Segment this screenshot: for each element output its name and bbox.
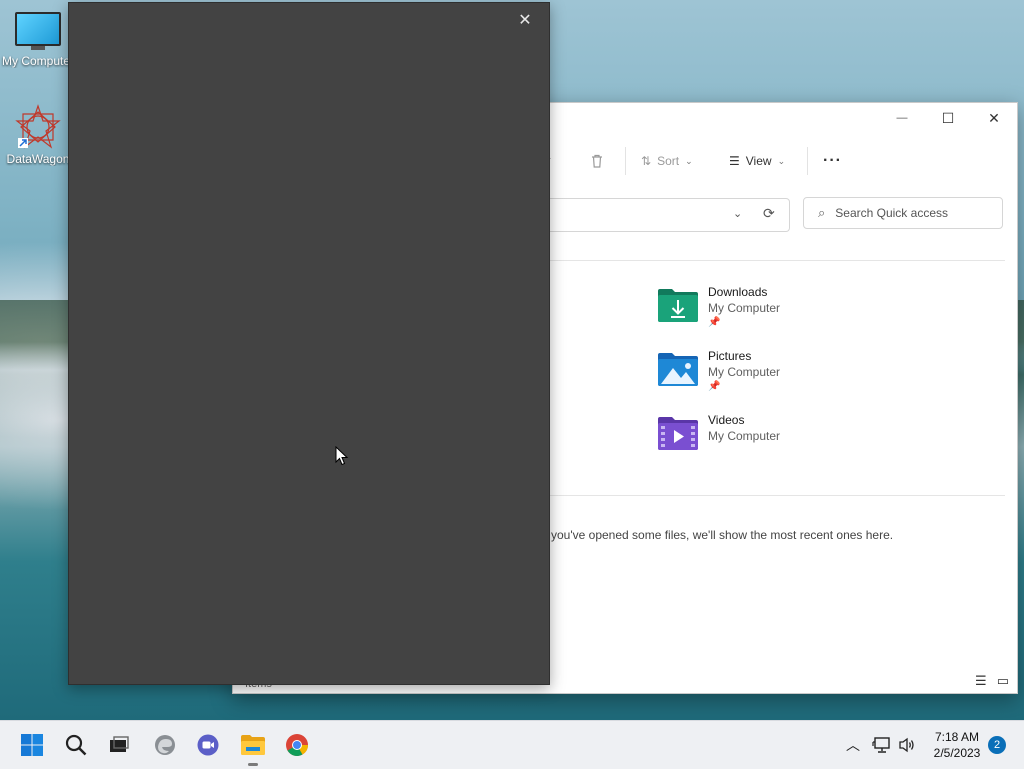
minimize-icon: —	[896, 112, 908, 124]
dark-dialog-window[interactable]: ✕	[68, 2, 550, 685]
videos-folder-icon	[658, 417, 698, 450]
minimize-button[interactable]: —	[879, 103, 925, 133]
sort-button[interactable]: ⇅ Sort ⌄	[641, 151, 693, 171]
edge-icon	[155, 735, 175, 755]
trash-icon	[592, 154, 602, 168]
view-mode-toggles: ☰ ▭	[975, 673, 1009, 689]
start-button[interactable]	[16, 729, 48, 761]
delete-button[interactable]	[589, 151, 605, 171]
datawagon-logo-icon	[15, 104, 61, 150]
edge-button[interactable]	[149, 729, 181, 761]
view-label: View	[745, 154, 772, 168]
chevron-down-icon: ⌄	[777, 155, 786, 166]
view-button[interactable]: ☰ View ⌄	[729, 151, 785, 171]
maximize-icon: ☐	[941, 109, 955, 126]
details-view-icon[interactable]: ☰	[975, 673, 987, 689]
desktop-icon-datawagon[interactable]: DataWagon	[0, 104, 76, 166]
pictures-folder-icon	[658, 353, 698, 386]
volume-button[interactable]	[898, 721, 916, 769]
teams-chat-button[interactable]	[192, 729, 224, 761]
sort-icon: ⇅	[641, 154, 652, 168]
quick-access-name: Downloads	[708, 285, 768, 299]
more-options-button[interactable]: ···	[823, 151, 842, 171]
quick-access-name: Videos	[708, 413, 745, 427]
dialog-close-button[interactable]: ✕	[515, 10, 535, 30]
chrome-button[interactable]	[281, 729, 313, 761]
close-icon: ✕	[518, 12, 532, 29]
toolbar-separator	[625, 147, 626, 175]
sort-label: Sort	[657, 154, 680, 168]
toolbar-separator	[807, 147, 808, 175]
tiles-view-icon[interactable]: ▭	[997, 673, 1009, 689]
start-icon	[21, 734, 43, 756]
teams-icon	[197, 734, 219, 756]
search-box[interactable]: ⌕ Search Quick access	[803, 197, 1003, 229]
desktop-icon-my-computer[interactable]: My Computer	[0, 12, 76, 68]
desktop-icon-label: DataWagon	[6, 152, 70, 166]
search-icon: ⌕	[818, 205, 826, 220]
refresh-icon[interactable]: ⟳	[763, 205, 775, 222]
network-button[interactable]	[872, 721, 892, 769]
close-button[interactable]: ✕	[971, 103, 1017, 133]
taskbar: ︿ 7:18 AM 2/5/2023	[0, 720, 1024, 769]
task-view-icon	[110, 736, 129, 752]
running-indicator	[248, 763, 258, 766]
downloads-folder-icon	[658, 289, 698, 322]
pin-icon: 📌	[708, 317, 721, 328]
chevron-down-icon: ⌄	[685, 155, 693, 166]
search-icon	[65, 734, 87, 756]
quick-access-item-pictures[interactable]: Pictures My Computer 📌	[657, 349, 857, 403]
clock-date: 2/5/2023	[933, 746, 981, 760]
taskbar-clock[interactable]: 7:18 AM 2/5/2023	[924, 729, 990, 761]
quick-access-item-videos[interactable]: Videos My Computer	[657, 413, 857, 467]
close-icon: ✕	[988, 109, 1000, 126]
quick-access-name: Pictures	[708, 349, 752, 363]
more-icon: ···	[823, 152, 842, 169]
recent-files-empty-message: you've opened some files, we'll show the…	[551, 528, 894, 542]
chevron-up-icon: ︿	[846, 737, 860, 753]
mouse-cursor-icon	[335, 446, 349, 466]
clock-time: 7:18 AM	[934, 730, 980, 744]
pin-icon: 📌	[708, 381, 721, 392]
desktop-icon-label: My Computer	[1, 54, 75, 68]
quick-access-location: My Computer	[708, 365, 781, 379]
speaker-icon	[899, 737, 914, 753]
quick-access-location: My Computer	[708, 429, 781, 443]
quick-access-location: My Computer	[708, 301, 781, 315]
task-view-button[interactable]	[103, 729, 135, 761]
maximize-button[interactable]: ☐	[925, 103, 971, 133]
notification-badge[interactable]: 2	[988, 736, 1006, 754]
monitor-icon	[15, 12, 61, 50]
quick-access-item-downloads[interactable]: Downloads My Computer 📌	[657, 285, 857, 339]
show-hidden-icons-button[interactable]: ︿	[846, 721, 860, 769]
network-icon	[872, 737, 890, 753]
file-explorer-taskbar-button[interactable]	[237, 729, 269, 766]
view-icon: ☰	[729, 154, 740, 168]
address-history-chevron-icon[interactable]: ⌄	[733, 207, 742, 220]
taskbar-search-button[interactable]	[60, 729, 92, 761]
search-placeholder: Search Quick access	[835, 206, 948, 220]
chrome-icon	[286, 734, 308, 756]
file-explorer-icon	[241, 735, 265, 755]
